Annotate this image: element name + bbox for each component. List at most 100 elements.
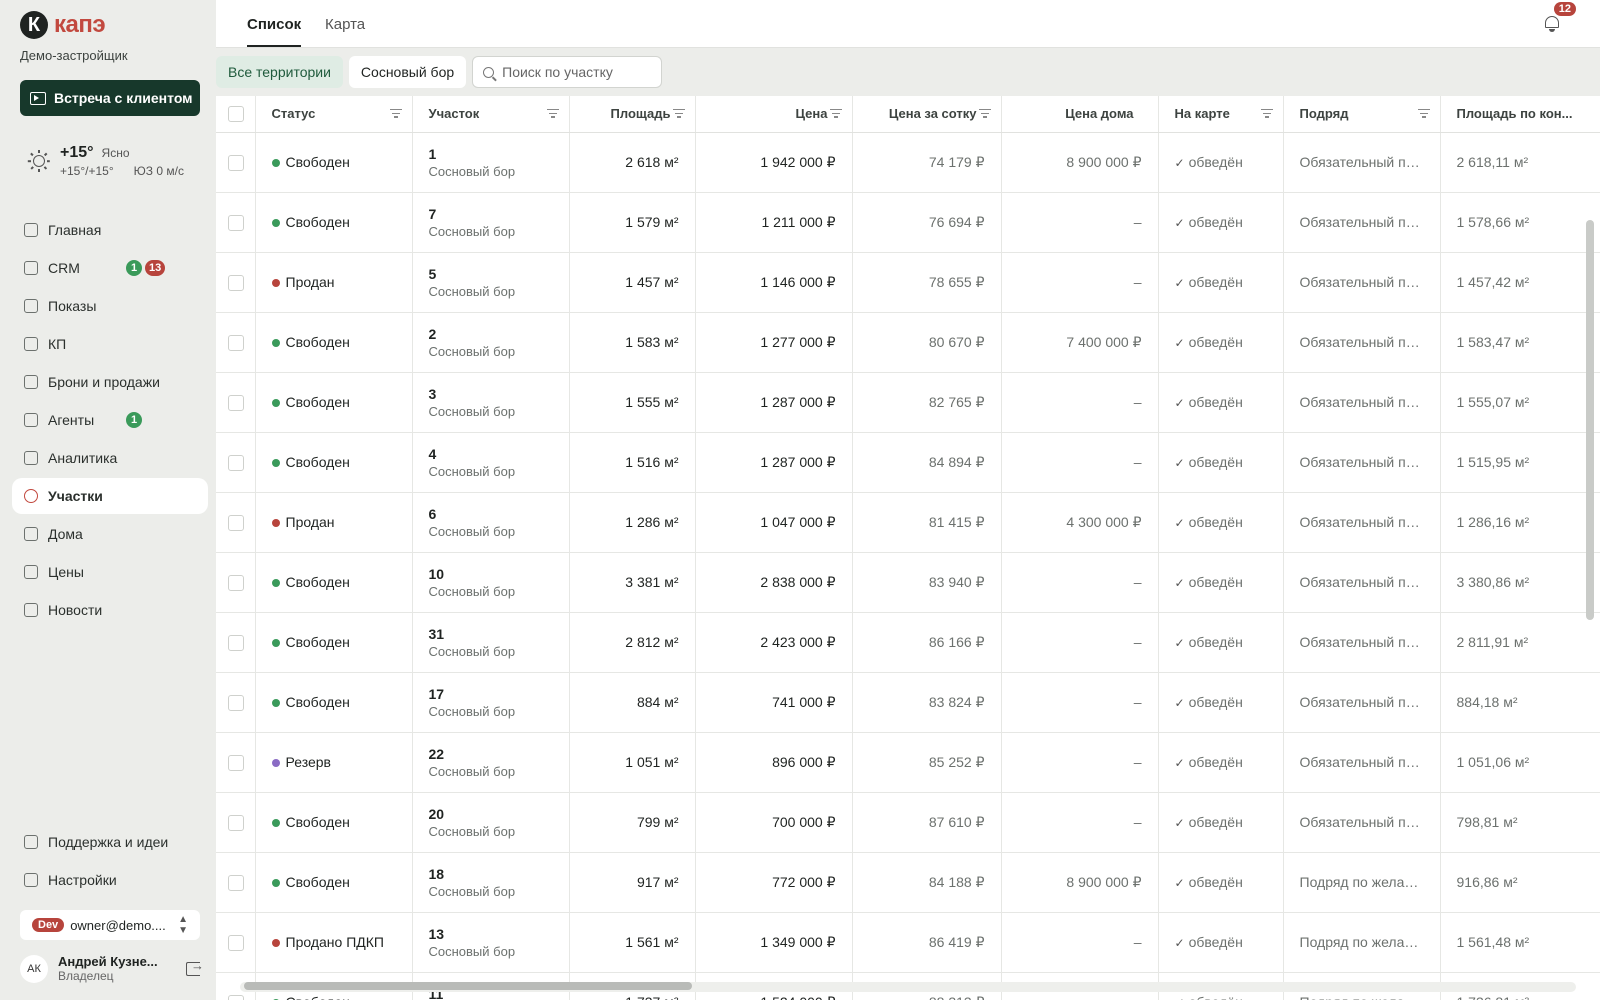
- plot-cell: 7 Сосновый бор: [412, 192, 570, 253]
- row-checkbox[interactable]: [228, 394, 244, 411]
- col-on-map[interactable]: На карте: [1158, 96, 1284, 133]
- check-icon: ✓: [1174, 936, 1185, 950]
- row-checkbox[interactable]: [228, 934, 244, 951]
- on-map-text: обведён: [1188, 574, 1243, 590]
- sidebar-item-analytics[interactable]: Аналитика: [12, 440, 208, 476]
- col-house-price[interactable]: Цена дома: [1001, 96, 1159, 133]
- sidebar-item-plots[interactable]: Участки: [12, 478, 208, 514]
- filter-icon[interactable]: [672, 109, 685, 118]
- tab-list[interactable]: Список: [247, 16, 302, 47]
- price-per-sotka-cell: 83 824 ₽: [852, 672, 1002, 733]
- filter-icon[interactable]: [546, 109, 559, 118]
- price-per-sotka-cell: 80 670 ₽: [852, 312, 1002, 373]
- bell-icon[interactable]: [1544, 14, 1560, 32]
- row-checkbox[interactable]: [228, 994, 244, 1000]
- table-row[interactable]: Свободен 18 Сосновый бор 917 м² 772 000 ₽84 …: [216, 852, 1600, 913]
- search-box[interactable]: [472, 56, 663, 88]
- plot-cell: 17 Сосновый бор: [412, 672, 570, 733]
- sidebar-item-agents[interactable]: Агенты 1: [12, 402, 208, 438]
- table-row[interactable]: Продан 6 Сосновый бор 1 286 м² 1 047 000 ₽81…: [216, 492, 1600, 553]
- on-map-cell: ✓обведён: [1158, 252, 1284, 313]
- plot-territory: Сосновый бор: [428, 523, 516, 539]
- row-checkbox[interactable]: [228, 814, 244, 831]
- row-checkbox[interactable]: [228, 874, 244, 891]
- col-area[interactable]: Площадь: [569, 96, 696, 133]
- filter-icon[interactable]: [1417, 109, 1430, 118]
- status-dot: [271, 519, 280, 527]
- home-icon: [24, 223, 38, 237]
- meet-client-button[interactable]: Встреча с клиентом: [20, 80, 200, 116]
- account-switcher[interactable]: Dev owner@demo.... ▲ ▼: [20, 910, 200, 940]
- sidebar-item-kp[interactable]: КП: [12, 326, 208, 362]
- sidebar-item-showings[interactable]: Показы: [12, 288, 208, 324]
- showings-icon: [24, 299, 38, 313]
- table-row[interactable]: Свободен 17 Сосновый бор 884 м² 741 000 ₽83 …: [216, 672, 1600, 733]
- status-text: Свободен: [285, 634, 350, 650]
- row-checkbox[interactable]: [228, 754, 244, 771]
- sidebar-item-label: КП: [48, 336, 67, 352]
- filter-icon[interactable]: [389, 109, 402, 118]
- col-contract[interactable]: Подряд: [1283, 96, 1441, 133]
- filter-icon[interactable]: [1260, 109, 1273, 118]
- table-row[interactable]: Свободен 3 Сосновый бор 1 555 м² 1 287 000 ₽…: [216, 372, 1600, 433]
- table-row[interactable]: Резерв 22 Сосновый бор 1 051 м² 896 000 ₽85 …: [216, 732, 1600, 793]
- row-checkbox[interactable]: [228, 334, 244, 351]
- sidebar-item-houses[interactable]: Дома: [12, 516, 208, 552]
- filter-sosnovy-bor[interactable]: Сосновый бор: [348, 56, 467, 88]
- table-row[interactable]: Свободен 10 Сосновый бор 3 381 м² 2 838 000 …: [216, 552, 1600, 613]
- sidebar-item-label: Брони и продажи: [48, 374, 160, 390]
- price-cell: 1 287 000 ₽: [695, 372, 853, 433]
- row-checkbox[interactable]: [228, 214, 244, 231]
- row-checkbox[interactable]: [228, 574, 244, 591]
- weather-range: +15°/+15°: [60, 164, 114, 178]
- filter-icon[interactable]: [829, 109, 842, 118]
- on-map-cell: ✓обведён: [1158, 192, 1284, 253]
- select-all-checkbox[interactable]: [228, 106, 244, 123]
- sidebar-item-bookings-sales[interactable]: Брони и продажи: [12, 364, 208, 400]
- kp-icon: [24, 337, 38, 351]
- check-icon: ✓: [1174, 396, 1185, 410]
- row-checkbox[interactable]: [228, 694, 244, 711]
- vertical-scrollbar[interactable]: [1586, 220, 1594, 620]
- col-price[interactable]: Цена: [695, 96, 853, 133]
- sidebar-item-crm[interactable]: CRM 1 13: [12, 250, 208, 286]
- table-row[interactable]: Свободен 31 Сосновый бор 2 812 м² 2 423 000 …: [216, 612, 1600, 673]
- table-row[interactable]: Свободен 4 Сосновый бор 1 516 м² 1 287 000 ₽…: [216, 432, 1600, 493]
- horizontal-scrollbar[interactable]: [244, 982, 692, 990]
- filter-icon[interactable]: [978, 109, 991, 118]
- status-text: Резерв: [285, 754, 331, 770]
- table-row[interactable]: Продано ПДКП 13 Сосновый бор 1 561 м² 1 349 …: [216, 912, 1600, 973]
- topbar: Список Карта 12: [216, 0, 1600, 48]
- row-checkbox[interactable]: [228, 454, 244, 471]
- table-row[interactable]: Свободен 7 Сосновый бор 1 579 м² 1 211 000 ₽…: [216, 192, 1600, 253]
- col-status[interactable]: Статус: [255, 96, 413, 133]
- table-row[interactable]: Свободен 20 Сосновый бор 799 м² 700 000 ₽87 …: [216, 792, 1600, 853]
- row-checkbox[interactable]: [228, 274, 244, 291]
- tab-map[interactable]: Карта: [325, 16, 365, 33]
- sidebar-item-settings[interactable]: Настройки: [12, 862, 208, 898]
- sidebar-item-home[interactable]: Главная: [12, 212, 208, 248]
- row-checkbox[interactable]: [228, 514, 244, 531]
- search-input[interactable]: [502, 64, 653, 80]
- logout-icon[interactable]: [186, 958, 204, 976]
- status-text: Свободен: [285, 394, 350, 410]
- table-row[interactable]: Свободен 1 Сосновый бор 2 618 м² 1 942 000 ₽…: [216, 132, 1600, 193]
- sidebar-item-support[interactable]: Поддержка и идеи: [12, 824, 208, 860]
- col-plot[interactable]: Участок: [412, 96, 570, 133]
- row-checkbox[interactable]: [228, 154, 244, 171]
- table-row[interactable]: Свободен 2 Сосновый бор 1 583 м² 1 277 000 ₽…: [216, 312, 1600, 373]
- check-icon: ✓: [1174, 516, 1185, 530]
- table-row[interactable]: Продан 5 Сосновый бор 1 457 м² 1 146 000 ₽78…: [216, 252, 1600, 313]
- col-area-contour[interactable]: Площадь по кон...: [1440, 96, 1600, 133]
- plot-territory: Сосновый бор: [428, 343, 516, 359]
- col-price-per-sotka[interactable]: Цена за сотку: [852, 96, 1002, 133]
- on-map-text: обведён: [1188, 634, 1243, 650]
- logo[interactable]: К капэ: [20, 11, 106, 39]
- plot-cell: 22 Сосновый бор: [412, 732, 570, 793]
- sidebar-item-news[interactable]: Новости: [12, 592, 208, 628]
- filter-all-territories[interactable]: Все территории: [216, 56, 343, 88]
- status-text: Свободен: [285, 214, 350, 230]
- sidebar-item-prices[interactable]: Цены: [12, 554, 208, 590]
- filters-bar: Все территории Сосновый бор: [216, 56, 663, 88]
- row-checkbox[interactable]: [228, 634, 244, 651]
